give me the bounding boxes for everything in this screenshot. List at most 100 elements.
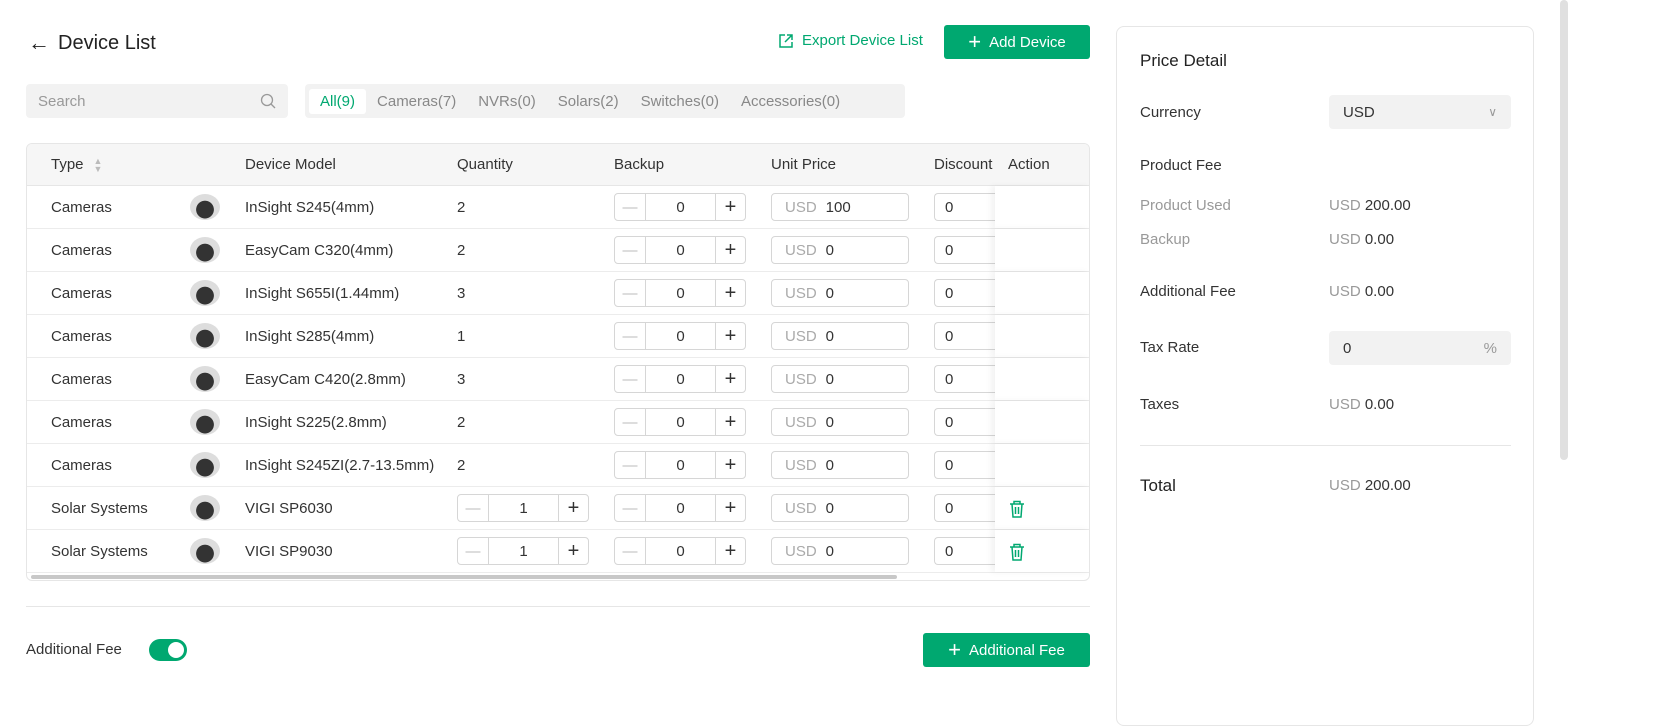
backup-stepper[interactable]: —0 + [614,451,746,479]
minus-icon[interactable]: — [615,452,646,478]
backup-stepper[interactable]: —0 + [614,279,746,307]
device-image [190,401,220,443]
discount-cell: 0 [934,358,1004,400]
discount-input[interactable]: 0 [934,365,1004,393]
device-image [190,229,220,271]
quantity-stepper[interactable]: —1 + [457,494,589,522]
device-image [190,487,220,529]
plus-icon[interactable]: + [558,495,588,521]
quantity-value: 2 [457,198,466,216]
backup-stepper[interactable]: —0 + [614,365,746,393]
unit-price-input[interactable]: USD 0 [771,322,909,350]
plus-icon[interactable]: + [715,538,745,564]
unit-price-input[interactable]: USD 100 [771,193,909,221]
action-cell [995,186,1089,228]
tab-cameras[interactable]: Cameras(7) [366,89,467,114]
add-additional-fee-button[interactable]: + Additional Fee [923,633,1090,667]
tab-nvrs[interactable]: NVRs(0) [467,89,547,114]
minus-icon[interactable]: — [615,323,646,349]
plus-icon[interactable]: + [715,495,745,521]
plus-icon[interactable]: + [558,538,588,564]
discount-cell: 0 [934,315,1004,357]
discount-input[interactable]: 0 [934,537,1004,565]
plus-icon[interactable]: + [715,237,745,263]
chevron-down-icon: ∨ [1488,105,1497,119]
column-action: Action [995,144,1089,185]
unit-price-input[interactable]: USD 0 [771,494,909,522]
unit-price-cell: USD 0 [771,229,909,271]
minus-icon[interactable]: — [615,409,646,435]
backup-stepper[interactable]: —0 + [614,494,746,522]
additional-fee-toggle[interactable] [149,639,187,661]
table-row: Cameras EasyCam C320(4mm) 2 —0 + USD 0 0 [27,229,1089,272]
back-arrow-icon[interactable]: ← [28,30,50,56]
discount-input[interactable]: 0 [934,408,1004,436]
horizontal-scrollbar[interactable] [31,575,897,579]
device-type: Cameras [51,241,112,259]
unit-price-cell: USD 100 [771,186,909,228]
plus-icon[interactable]: + [715,280,745,306]
backup-stepper[interactable]: —0 + [614,537,746,565]
tab-solars[interactable]: Solars(2) [547,89,630,114]
unit-price-input[interactable]: USD 0 [771,279,909,307]
backup-stepper[interactable]: —0 + [614,236,746,264]
minus-icon[interactable]: — [615,538,646,564]
device-image [190,272,220,314]
device-image [190,530,220,572]
quantity-cell: 2 [457,229,465,271]
backup-stepper[interactable]: —0 + [614,193,746,221]
unit-price-input[interactable]: USD 0 [771,408,909,436]
quantity-stepper[interactable]: —1 + [457,537,589,565]
currency-select[interactable]: USD ∨ [1329,95,1511,129]
add-device-button[interactable]: + Add Device [944,25,1090,59]
unit-price-input[interactable]: USD 0 [771,236,909,264]
unit-price-input[interactable]: USD 0 [771,537,909,565]
export-device-list-link[interactable]: Export Device List [778,32,923,49]
tab-switches[interactable]: Switches(0) [630,89,730,114]
plus-icon[interactable]: + [715,366,745,392]
discount-input[interactable]: 0 [934,193,1004,221]
column-quantity: Quantity [457,156,513,173]
minus-icon[interactable]: — [615,366,646,392]
column-type[interactable]: Type ▲ ▼ [51,144,102,185]
search-input[interactable]: Search [26,84,288,118]
discount-cell: 0 [934,401,1004,443]
trash-icon[interactable] [1009,500,1025,518]
trash-icon[interactable] [1009,543,1025,561]
minus-icon[interactable]: — [615,237,646,263]
discount-input[interactable]: 0 [934,279,1004,307]
page-title: Device List [58,31,156,54]
unit-price-cell: USD 0 [771,315,909,357]
tab-accessories[interactable]: Accessories(0) [730,89,851,114]
sort-icon[interactable]: ▲ ▼ [94,156,103,173]
device-type: Cameras [51,456,112,474]
plus-icon[interactable]: + [715,452,745,478]
unit-price-input[interactable]: USD 0 [771,365,909,393]
quantity-value: 2 [457,413,466,431]
discount-input[interactable]: 0 [934,451,1004,479]
minus-icon[interactable]: — [458,538,489,564]
minus-icon[interactable]: — [615,495,646,521]
minus-icon[interactable]: — [458,495,489,521]
vertical-scrollbar[interactable] [1560,0,1568,460]
plus-icon[interactable]: + [715,323,745,349]
unit-price-input[interactable]: USD 0 [771,451,909,479]
minus-icon[interactable]: — [615,280,646,306]
tab-all[interactable]: All(9) [309,88,367,114]
quantity-value: 3 [457,370,466,388]
backup-stepper[interactable]: —0 + [614,322,746,350]
price-detail-panel: Price Detail Currency USD ∨ Product Fee P… [1116,26,1534,726]
backup-stepper[interactable]: —0 + [614,408,746,436]
discount-input[interactable]: 0 [934,322,1004,350]
discount-input[interactable]: 0 [934,494,1004,522]
tax-rate-input[interactable]: 0% [1329,331,1511,365]
device-type: Solar Systems [51,499,148,517]
page-header: ← Device List [28,30,156,56]
plus-icon[interactable]: + [715,409,745,435]
category-tabs: All(9) Cameras(7) NVRs(0) Solars(2) Switches… [305,84,905,118]
minus-icon[interactable]: — [615,194,646,220]
quantity-cell: —1 + [457,487,589,529]
backup-cell: —0 + [614,186,746,228]
discount-input[interactable]: 0 [934,236,1004,264]
plus-icon[interactable]: + [715,194,745,220]
